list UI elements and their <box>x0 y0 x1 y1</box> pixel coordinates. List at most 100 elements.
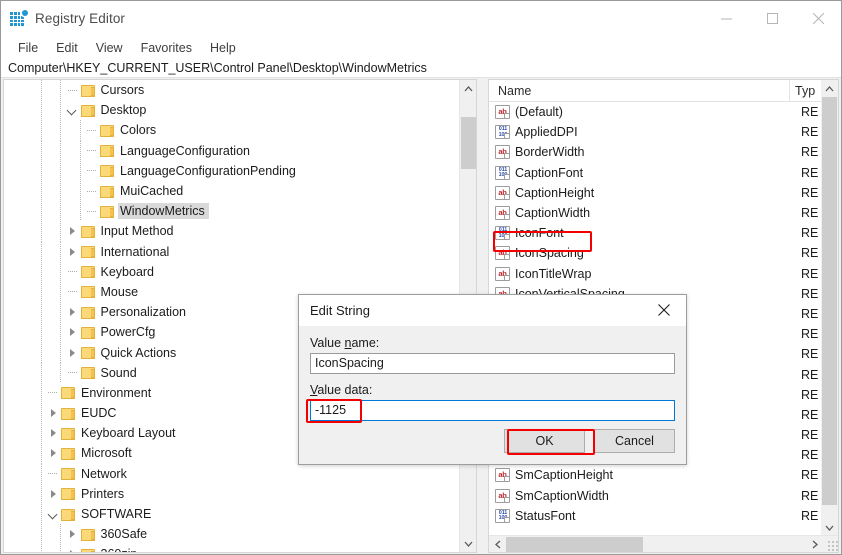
chevron-right-icon[interactable] <box>65 242 81 262</box>
list-scrollbar-thumb[interactable] <box>822 97 837 505</box>
menu-item-edit[interactable]: Edit <box>47 39 87 57</box>
tree-item[interactable]: WindowMetrics <box>4 201 460 222</box>
column-header-type[interactable]: Typ <box>789 80 815 102</box>
folder-icon <box>80 104 96 117</box>
tree-item[interactable]: LanguageConfiguration <box>4 140 460 161</box>
tree-item[interactable]: MuiCached <box>4 180 460 202</box>
scroll-up-icon[interactable] <box>821 80 838 97</box>
binary-value-icon <box>495 226 510 241</box>
tree-item[interactable]: Printers <box>4 483 460 504</box>
tree-scrollbar-thumb[interactable] <box>461 117 476 169</box>
list-hscrollbar-thumb[interactable] <box>506 536 643 552</box>
tree-item-label: Desktop <box>100 103 147 118</box>
chevron-down-icon[interactable] <box>65 100 81 120</box>
tree-item[interactable]: Input Method <box>4 221 460 242</box>
list-vertical-scrollbar[interactable] <box>821 80 838 536</box>
value-name-input[interactable]: IconSpacing <box>310 353 675 374</box>
tree-item[interactable]: 360zip <box>4 544 460 552</box>
menu-item-help[interactable]: Help <box>201 39 245 57</box>
folder-icon <box>80 245 96 259</box>
value-data-input[interactable]: -1125 <box>310 400 675 421</box>
close-icon[interactable] <box>642 295 686 325</box>
value-name-label: Value name: <box>310 336 675 350</box>
registry-value-row[interactable]: CaptionFont RE <box>489 163 838 183</box>
menu-item-file[interactable]: File <box>9 39 47 57</box>
registry-value-row[interactable]: AppliedDPI RE <box>489 122 838 142</box>
tree-indent-guide <box>40 201 42 222</box>
registry-value-name: IconFont <box>515 226 564 241</box>
tree-item[interactable]: Desktop <box>4 100 460 121</box>
registry-value-row[interactable]: IconFont RE <box>489 223 838 243</box>
registry-value-row[interactable]: SmCaptionHeight RE <box>489 465 838 485</box>
registry-value-row[interactable]: BorderWidth RE <box>489 142 838 162</box>
tree-item[interactable]: Network <box>4 463 460 484</box>
chevron-right-icon[interactable] <box>65 322 81 342</box>
menu-item-view[interactable]: View <box>87 39 132 57</box>
column-header-name[interactable]: Name <box>489 84 789 98</box>
scroll-right-icon[interactable] <box>806 536 823 553</box>
tree-indent-guide <box>60 180 61 202</box>
ok-button[interactable]: OK <box>504 429 585 453</box>
tree-item-label: Microsoft <box>81 446 132 461</box>
tree-item[interactable]: Keyboard <box>4 261 460 282</box>
tree-indent-guide <box>40 241 42 262</box>
chevron-right-icon[interactable] <box>45 484 61 504</box>
list-horizontal-scrollbar[interactable] <box>489 535 838 553</box>
close-icon[interactable] <box>795 1 841 35</box>
registry-value-row[interactable]: IconSpacing RE <box>489 243 838 263</box>
tree-item[interactable]: SOFTWARE <box>4 503 460 525</box>
tree-item[interactable]: LanguageConfigurationPending <box>4 160 460 181</box>
chevron-right-icon[interactable] <box>65 221 81 241</box>
cancel-button[interactable]: Cancel <box>594 429 675 453</box>
address-bar[interactable]: Computer\HKEY_CURRENT_USER\Control Panel… <box>1 59 841 78</box>
resize-grip[interactable] <box>827 540 838 551</box>
chevron-right-icon[interactable] <box>45 423 61 443</box>
registry-value-type: RE <box>801 407 819 422</box>
tree-item[interactable]: Cursors <box>4 80 460 101</box>
scroll-down-icon[interactable] <box>821 519 838 536</box>
scroll-down-icon[interactable] <box>460 535 476 552</box>
tree-indent-guide <box>40 483 42 504</box>
menu-item-favorites[interactable]: Favorites <box>132 39 201 57</box>
scroll-up-icon[interactable] <box>460 80 476 97</box>
registry-value-type: RE <box>801 226 819 241</box>
maximize-icon[interactable] <box>749 1 795 35</box>
tree-item[interactable]: Colors <box>4 120 460 141</box>
registry-value-name: IconSpacing <box>515 246 584 261</box>
dialog-title: Edit String <box>310 303 370 318</box>
registry-value-row[interactable]: StatusFont RE <box>489 506 838 526</box>
scroll-left-icon[interactable] <box>489 536 506 553</box>
folder-icon <box>80 346 96 360</box>
tree-item[interactable]: 360Safe <box>4 524 460 545</box>
registry-icon <box>10 10 28 27</box>
tree-item-label: International <box>100 244 170 259</box>
registry-value-row[interactable]: IconTitleWrap RE <box>489 264 838 284</box>
tree-indent-guide <box>79 120 81 141</box>
tree-item-label: PowerCfg <box>100 325 156 340</box>
chevron-down-icon[interactable] <box>45 504 61 524</box>
string-value-icon <box>495 488 510 503</box>
chevron-right-icon[interactable] <box>65 343 81 363</box>
chevron-right-icon[interactable] <box>65 302 81 322</box>
minimize-icon[interactable] <box>703 1 749 35</box>
edit-string-dialog: Edit String Value name: IconSpacing Valu… <box>298 294 687 465</box>
tree-indent-guide <box>40 503 42 525</box>
registry-value-type: RE <box>801 448 819 463</box>
registry-value-name: IconTitleWrap <box>515 266 592 281</box>
chevron-right-icon[interactable] <box>45 443 61 463</box>
registry-value-row[interactable]: CaptionWidth RE <box>489 203 838 223</box>
registry-value-row[interactable]: SmCaptionWidth RE <box>489 486 838 506</box>
tree-item[interactable]: International <box>4 241 460 262</box>
chevron-right-icon[interactable] <box>65 524 81 544</box>
registry-value-type: RE <box>801 488 819 503</box>
tree-indent-guide <box>40 221 42 242</box>
registry-value-type: RE <box>801 246 819 261</box>
registry-value-row[interactable]: (Default) RE <box>489 102 838 122</box>
chevron-right-icon[interactable] <box>65 544 81 552</box>
registry-value-row[interactable]: CaptionHeight RE <box>489 183 838 203</box>
tree-indent-guide <box>60 241 61 262</box>
registry-value-name: AppliedDPI <box>515 125 578 140</box>
tree-item-label: Environment <box>81 385 152 400</box>
chevron-right-icon[interactable] <box>45 403 61 423</box>
registry-value-type: RE <box>801 105 819 120</box>
